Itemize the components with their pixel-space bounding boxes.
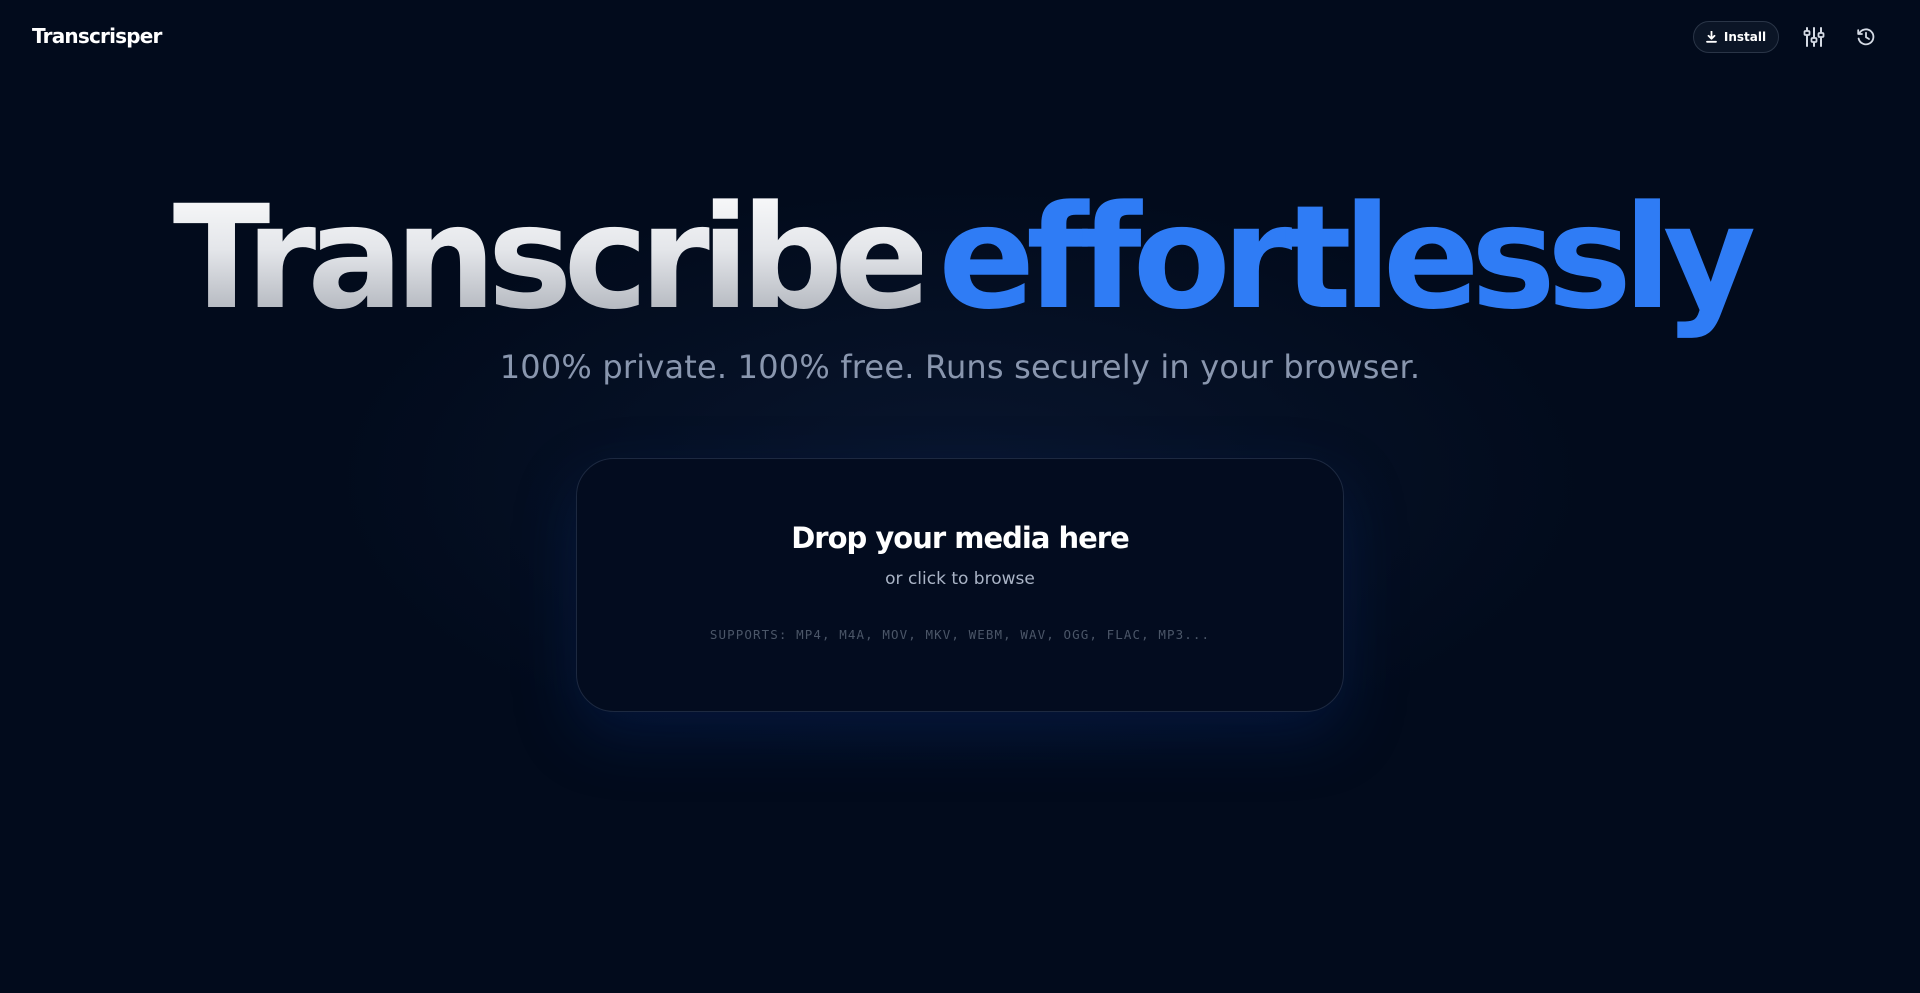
hero-title: Transcribe effortlessly bbox=[0, 178, 1920, 338]
equalizer-icon bbox=[1803, 26, 1825, 48]
media-dropzone[interactable]: Drop your media here or click to browse … bbox=[576, 458, 1344, 712]
install-button[interactable]: Install bbox=[1693, 21, 1779, 53]
header: Transcrisper Install bbox=[0, 0, 1920, 76]
settings-button[interactable] bbox=[1799, 22, 1829, 52]
hero-title-part2: effortlessly bbox=[938, 174, 1756, 341]
dropzone-browse-hint: or click to browse bbox=[885, 569, 1035, 589]
hero-subtitle: 100% private. 100% free. Runs securely i… bbox=[499, 348, 1421, 386]
supported-formats: SUPPORTS: MP4, M4A, MOV, MKV, WEBM, WAV,… bbox=[709, 627, 1211, 642]
hero-title-part1: Transcribe bbox=[172, 174, 931, 341]
install-label: Install bbox=[1723, 30, 1767, 44]
dropzone-title: Drop your media here bbox=[791, 521, 1130, 555]
download-icon bbox=[1705, 31, 1717, 43]
history-icon bbox=[1856, 27, 1876, 47]
brand-logo[interactable]: Transcrisper bbox=[32, 24, 162, 48]
history-button[interactable] bbox=[1851, 22, 1881, 52]
